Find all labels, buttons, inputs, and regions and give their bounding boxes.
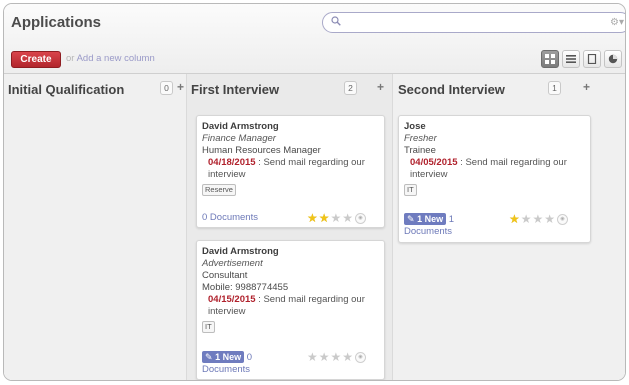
search-options-icon[interactable]: ⚙▾ [610, 17, 624, 28]
avatar-icon: ◉ [557, 213, 569, 225]
list-icon [566, 55, 576, 63]
candidate-name[interactable]: Jose [404, 121, 588, 133]
next-action: 04/05/2015 : Send mail regarding our int… [404, 157, 588, 181]
column-title: Initial Qualification [8, 82, 125, 97]
documents-link[interactable]: Documents [404, 226, 454, 238]
create-button[interactable]: Create [11, 51, 61, 68]
column-title: First Interview [191, 82, 280, 97]
star-icon[interactable]: ★ [544, 213, 555, 225]
calendar-view-button[interactable] [625, 50, 626, 68]
new-badge-label: 1 New [215, 352, 242, 362]
tag-label: Reserve [202, 184, 236, 196]
star-icon[interactable]: ★ [319, 351, 330, 363]
candidate-card[interactable]: Jose Fresher Trainee 04/05/2015 : Send m… [398, 115, 591, 243]
form-icon [587, 54, 597, 64]
candidate-card[interactable]: David Armstrong Advertisement Consultant… [196, 240, 385, 380]
graph-icon [608, 54, 618, 64]
form-view-button[interactable] [583, 50, 601, 68]
applications-window: Applications ⚙▾ Create or Add a new colu… [3, 3, 626, 381]
column-first-interview: First Interview 2 + David Armstrong Fina… [187, 74, 393, 380]
star-icon[interactable]: ★ [319, 212, 330, 224]
kanban-board: Initial Qualification 0 + First Intervie… [4, 74, 625, 380]
action-date: 04/05/2015 [410, 157, 458, 168]
add-card-button[interactable]: + [583, 80, 590, 94]
job-title: Fresher [404, 133, 437, 144]
add-column-link[interactable]: Add a new column [77, 53, 155, 64]
candidate-card[interactable]: David Armstrong Finance Manager Human Re… [196, 115, 385, 228]
kanban-icon [545, 54, 555, 64]
star-icon[interactable]: ★ [509, 213, 520, 225]
search-box[interactable]: ⚙▾ [322, 12, 625, 33]
priority-stars[interactable]: ★ ★ ★ ★ ◉ [307, 351, 367, 363]
page-title: Applications [11, 14, 102, 31]
add-column-link-wrap: or Add a new column [66, 53, 155, 64]
paperclip-icon: ✎ [205, 352, 213, 362]
column-count: 2 [344, 81, 357, 95]
action-date: 04/18/2015 [208, 157, 256, 168]
star-icon[interactable]: ★ [331, 212, 342, 224]
applied-position: Human Resources Manager [202, 145, 321, 156]
job-title: Advertisement [202, 258, 263, 269]
graph-view-button[interactable] [604, 50, 622, 68]
documents-area: ✎ 1 New 1 Documents [404, 213, 454, 238]
new-documents-badge[interactable]: ✎ 1 New [404, 213, 447, 225]
avatar-icon: ◉ [355, 351, 367, 363]
view-switcher [541, 50, 626, 68]
add-card-button[interactable]: + [177, 80, 184, 94]
list-view-button[interactable] [562, 50, 580, 68]
documents-area: ✎ 1 New 0 Documents [202, 351, 252, 376]
star-icon[interactable]: ★ [521, 213, 532, 225]
star-icon[interactable]: ★ [342, 351, 353, 363]
tag-label: IT [404, 184, 417, 196]
header-bar: Applications ⚙▾ Create or Add a new colu… [4, 4, 625, 74]
document-count: 1 [448, 214, 455, 225]
next-action: 04/15/2015 : Send mail regarding our int… [202, 294, 382, 318]
column-second-interview: Second Interview 1 + Jose Fresher Traine… [393, 74, 625, 380]
applied-position: Trainee [404, 145, 436, 156]
column-count: 0 [160, 81, 173, 95]
mobile-number: Mobile: 9988774455 [202, 282, 289, 293]
documents-link[interactable]: 0 Documents [202, 212, 258, 224]
priority-stars[interactable]: ★ ★ ★ ★ ◉ [307, 212, 367, 224]
priority-stars[interactable]: ★ ★ ★ ★ ◉ [509, 213, 569, 225]
tag-label: IT [202, 321, 215, 333]
new-documents-badge[interactable]: ✎ 1 New [202, 351, 245, 363]
search-input[interactable] [343, 15, 593, 30]
document-count: 0 [246, 352, 253, 363]
candidate-name[interactable]: David Armstrong [202, 121, 382, 133]
kanban-view-button[interactable] [541, 50, 559, 68]
documents-link[interactable]: Documents [202, 364, 252, 376]
column-title: Second Interview [398, 82, 505, 97]
new-badge-label: 1 New [417, 214, 444, 224]
add-card-button[interactable]: + [377, 80, 384, 94]
applied-position: Consultant [202, 270, 248, 281]
candidate-name[interactable]: David Armstrong [202, 246, 382, 258]
column-count: 1 [548, 81, 561, 95]
or-label: or [66, 53, 75, 64]
star-icon[interactable]: ★ [331, 351, 342, 363]
search-icon [331, 16, 341, 26]
next-action: 04/18/2015 : Send mail regarding our int… [202, 157, 382, 181]
column-initial-qualification: Initial Qualification 0 + [4, 74, 187, 380]
action-date: 04/15/2015 [208, 294, 256, 305]
star-icon[interactable]: ★ [307, 212, 318, 224]
star-icon[interactable]: ★ [342, 212, 353, 224]
avatar-icon: ◉ [355, 212, 367, 224]
star-icon[interactable]: ★ [307, 351, 318, 363]
job-title: Finance Manager [202, 133, 276, 144]
star-icon[interactable]: ★ [533, 213, 544, 225]
paperclip-icon: ✎ [407, 214, 415, 224]
